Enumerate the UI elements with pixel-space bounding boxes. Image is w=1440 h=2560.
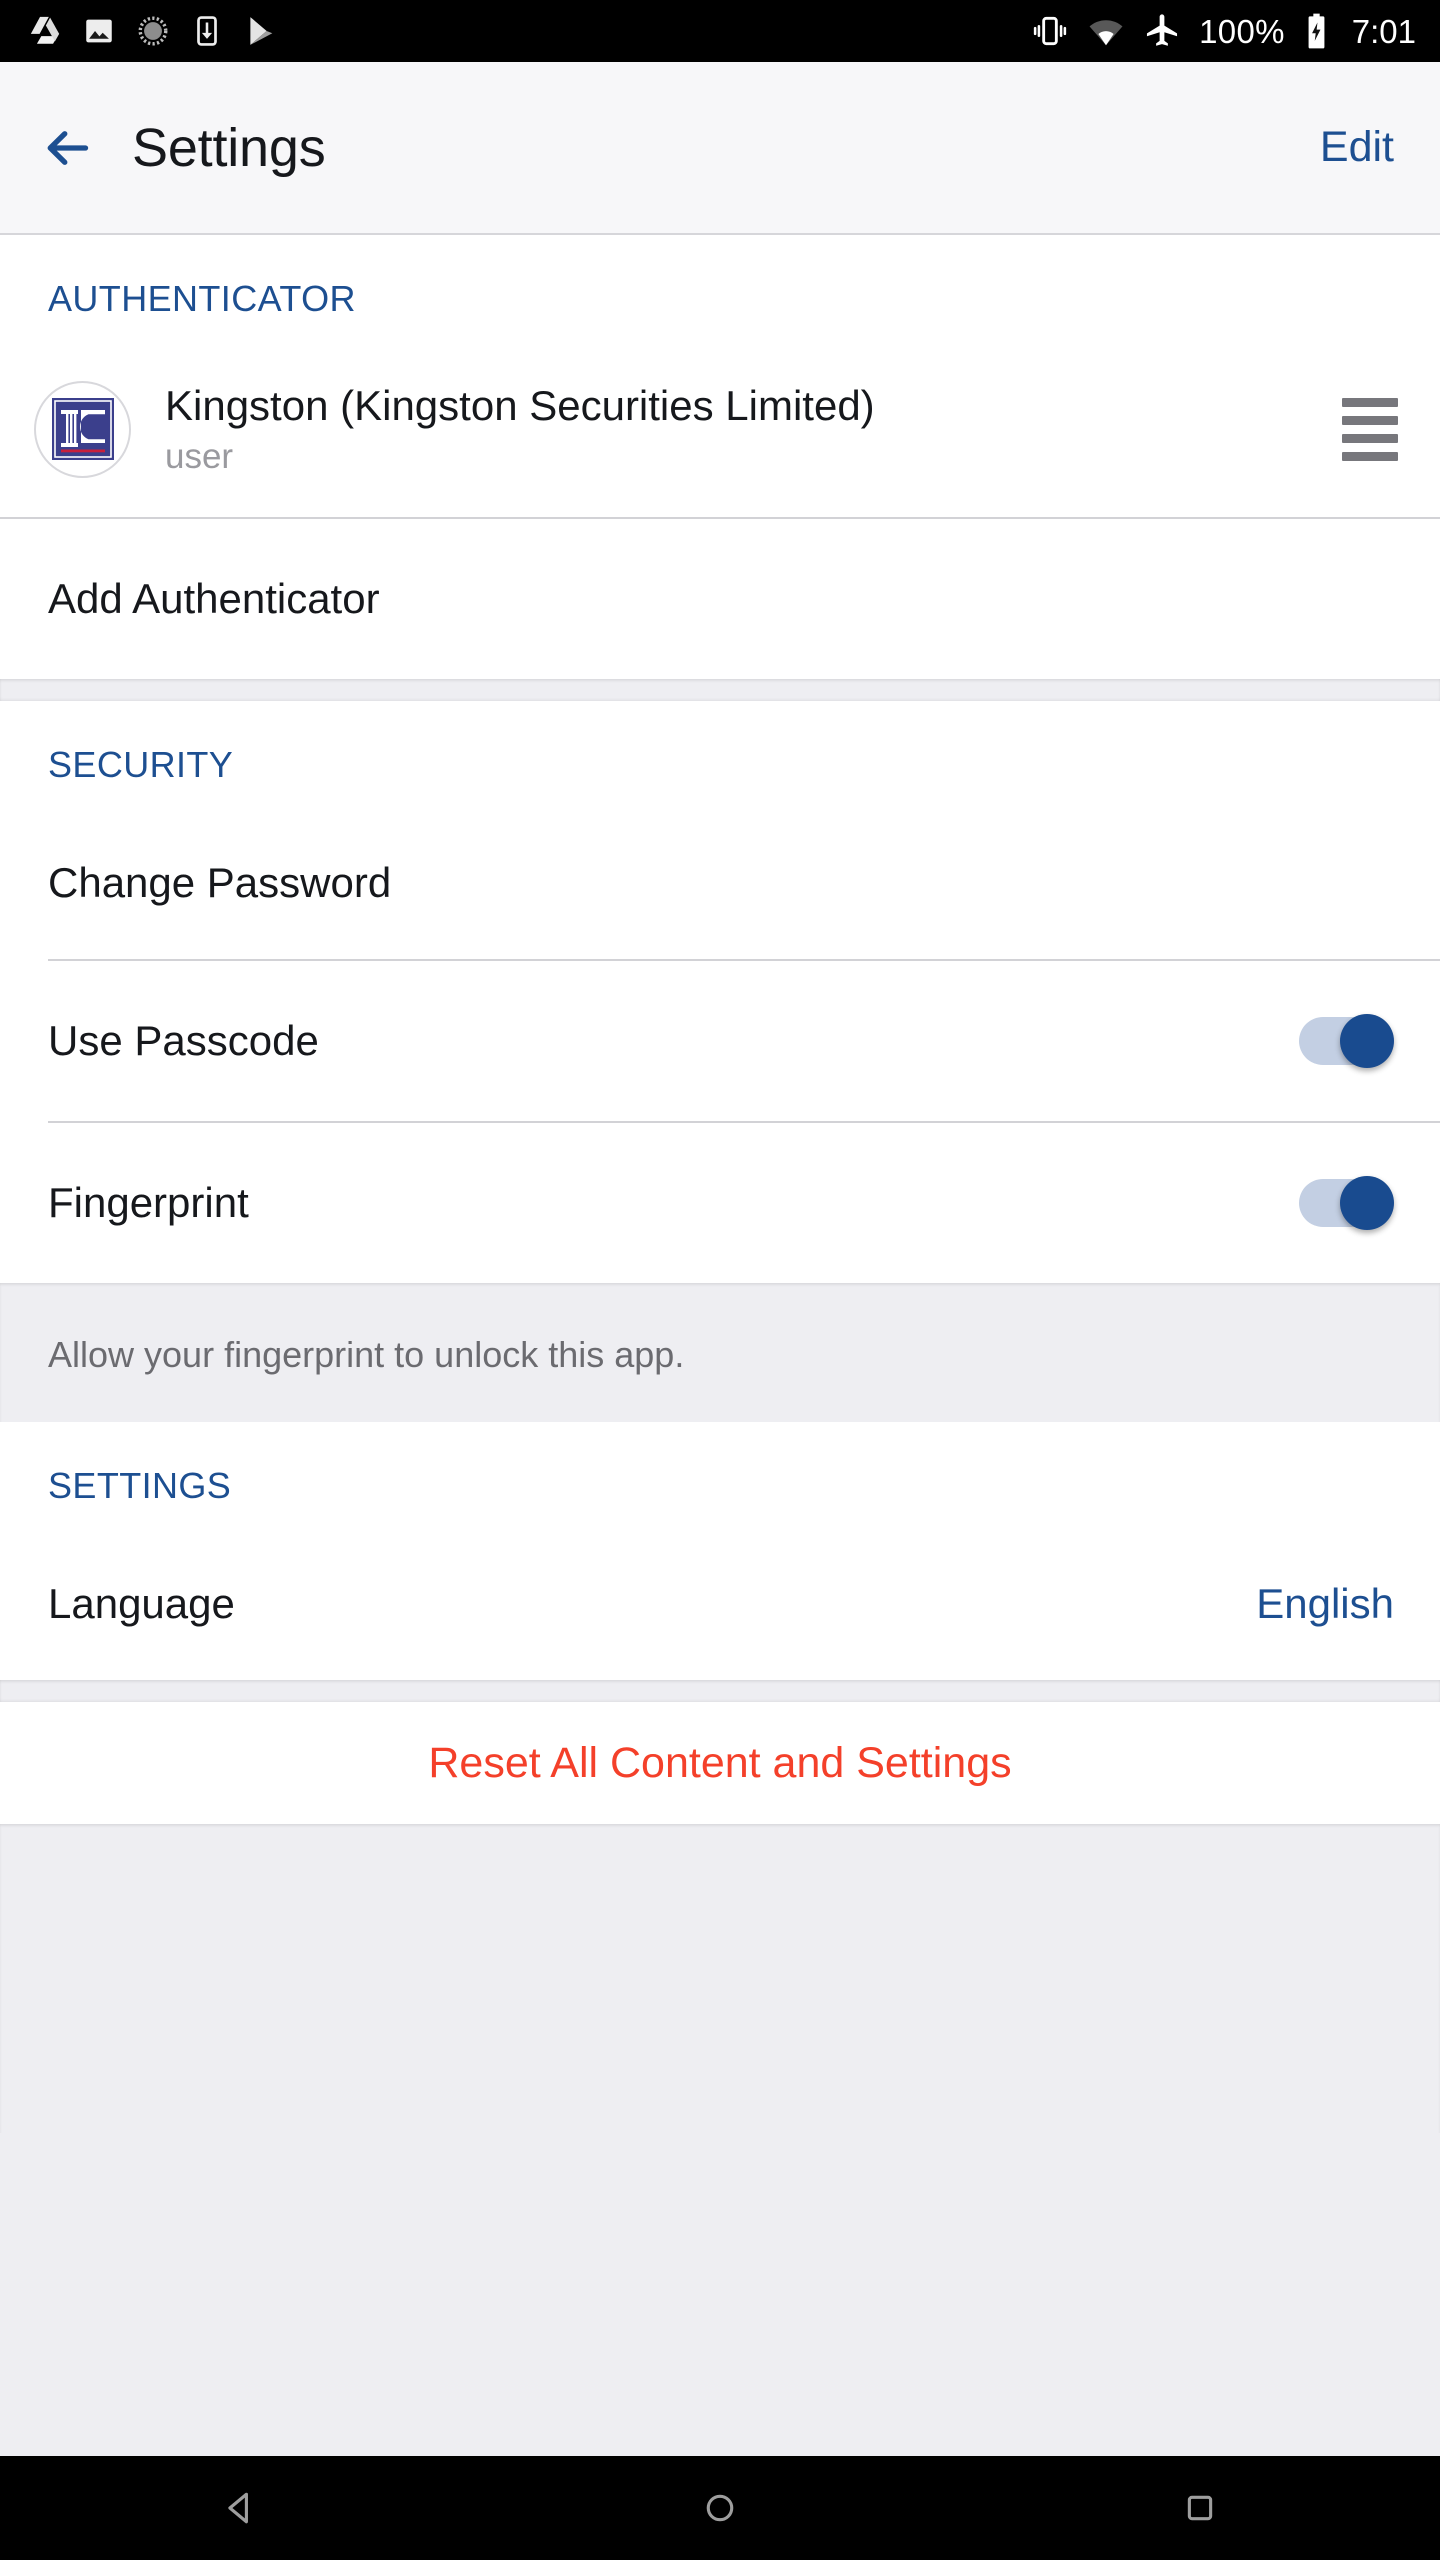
reset-all-button[interactable]: Reset All Content and Settings [0,1702,1440,1824]
nav-back-button[interactable] [170,2456,310,2560]
nav-home-button[interactable] [650,2456,790,2560]
status-bar-notification-icons [28,14,278,48]
nav-back-triangle-icon [228,2492,248,2524]
security-section: SECURITY Change Password Use Passcode Fi… [0,701,1440,1283]
nav-home-circle-icon [706,2494,734,2522]
reset-section: Reset All Content and Settings [0,1702,1440,1825]
drive-icon [30,16,60,44]
disc-icon [138,16,168,46]
use-passcode-toggle[interactable] [1299,1014,1394,1068]
bottom-filler [0,1824,1440,2134]
status-bar-system-icons: 100% 7:01 [1031,12,1416,50]
fingerprint-footer-note: Allow your fingerprint to unlock this ap… [0,1283,1440,1423]
language-label: Language [48,1580,235,1628]
airplane-mode-icon [1147,14,1178,46]
authenticator-account-username: user [165,436,234,476]
authenticator-section: AUTHENTICATOR Kingston (Kingston Securit… [0,235,1440,679]
add-authenticator-label: Add Authenticator [48,574,380,622]
settings-section-header: SETTINGS [0,1422,1440,1529]
use-passcode-label: Use Passcode [48,1016,319,1064]
back-button[interactable] [30,110,106,186]
status-bar: 100% 7:01 [0,0,1440,62]
change-password-label: Change Password [48,858,392,906]
toggle-thumb [1340,1014,1394,1068]
clock-label: 7:01 [1351,12,1416,50]
fingerprint-row[interactable]: Fingerprint [0,1123,1440,1283]
settings-section: SETTINGS Language English [0,1422,1440,1681]
edit-button[interactable]: Edit [1320,126,1394,169]
photos-icon [86,19,112,43]
arrow-left-icon [47,130,89,165]
section-gap [0,679,1440,701]
phone-screen: 100% 7:01 Settings Edit AUTHENTICATOR Ki… [0,0,1440,2560]
avatar [34,380,131,478]
battery-percent-label: 100% [1199,12,1285,50]
language-value: English [1256,1580,1394,1628]
add-authenticator-row[interactable]: Add Authenticator [0,519,1440,679]
authenticator-account-row[interactable]: Kingston (Kingston Securities Limited) u… [0,341,1440,517]
app-header: Settings Edit [0,62,1440,235]
toggle-thumb [1340,1176,1394,1230]
kingston-logo-icon [51,398,114,460]
security-section-header: SECURITY [0,701,1440,807]
page-title: Settings [132,117,326,178]
vibrate-icon [1034,16,1067,46]
fingerprint-label: Fingerprint [48,1178,249,1226]
wifi-icon [1089,20,1123,46]
system-nav-bar [0,2456,1440,2560]
use-passcode-row[interactable]: Use Passcode [0,961,1440,1121]
nav-recents-button[interactable] [1130,2456,1270,2560]
authenticator-section-header: AUTHENTICATOR [0,235,1440,341]
download-icon [197,16,217,46]
nav-recents-square-icon [1187,2495,1213,2521]
fingerprint-toggle[interactable] [1299,1176,1394,1230]
authenticator-account-name: Kingston (Kingston Securities Limited) [165,381,875,429]
language-row[interactable]: Language English [0,1528,1440,1681]
play-store-icon [250,17,273,45]
section-gap [0,1680,1440,1703]
change-password-row[interactable]: Change Password [0,807,1440,959]
drag-handle-icon[interactable] [1342,397,1398,461]
battery-charging-icon [1308,13,1325,49]
authenticator-account-text: Kingston (Kingston Securities Limited) u… [165,382,875,476]
